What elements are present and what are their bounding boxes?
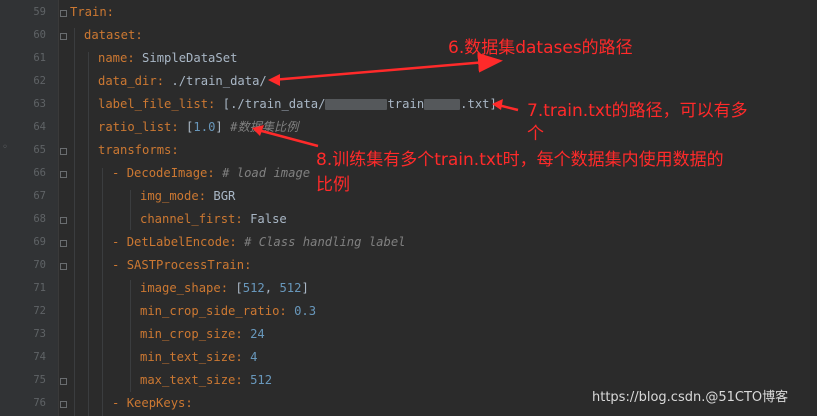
annotation-8-line1: 8.训练集有多个train.txt时，每个数据集内使用数据的 [316, 150, 724, 170]
annotation-7-line2: 个 [527, 124, 544, 144]
arrowhead-label-file [492, 99, 503, 110]
arrow-to-data-dir [271, 52, 503, 82]
annotation-6: 6.数据集datases的路径 [448, 38, 633, 58]
annotation-8-line2: 比例 [316, 175, 350, 195]
arrow-to-ratio-list [257, 128, 319, 148]
annotation-arrows [252, 52, 519, 148]
watermark: https://blog.csdn.@51CTO博客 [592, 390, 789, 405]
annotation-7-line1: 7.train.txt的路径，可以有多 [527, 101, 748, 121]
code-editor[interactable]: ◦ 59 60 61 62 63 64 65 66 67 68 69 70 71… [0, 0, 817, 416]
arrowhead-data-dir [268, 74, 280, 86]
